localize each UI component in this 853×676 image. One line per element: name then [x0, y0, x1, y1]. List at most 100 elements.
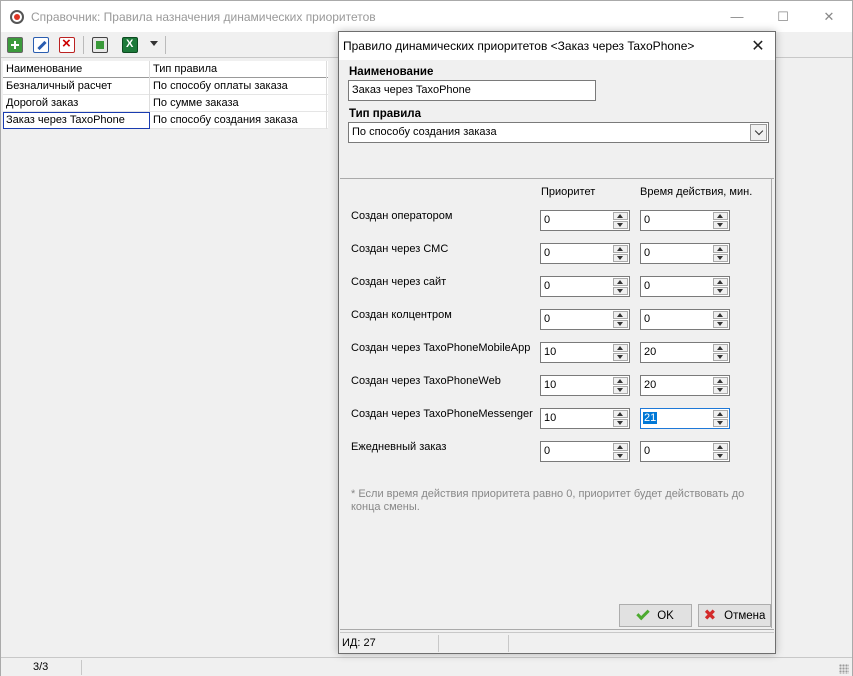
spin-up-icon[interactable]	[713, 311, 728, 319]
duration-spinner[interactable]: 0	[640, 309, 730, 330]
spin-up-icon[interactable]	[613, 245, 628, 253]
spin-down-icon[interactable]	[613, 452, 628, 460]
delete-record-button[interactable]	[57, 35, 77, 55]
row-label: Создан через TaxoPhoneWeb	[351, 375, 501, 387]
duration-value: 20	[644, 346, 657, 358]
row-label: Создан колцентром	[351, 309, 452, 321]
spin-up-icon[interactable]	[613, 410, 628, 418]
dialog-title: Правило динамических приоритетов <Заказ …	[343, 39, 695, 53]
resize-grip-icon[interactable]	[839, 664, 849, 674]
spin-down-icon[interactable]	[613, 320, 628, 328]
minimize-button[interactable]: —	[714, 1, 760, 32]
spin-down-icon[interactable]	[713, 221, 728, 229]
spin-down-icon[interactable]	[713, 419, 728, 427]
spin-up-icon[interactable]	[613, 377, 628, 385]
priority-spinner[interactable]: 0	[540, 243, 630, 264]
maximize-button[interactable]: ☐	[760, 1, 806, 32]
cell-name: Безналичный расчет	[3, 78, 150, 95]
edit-record-button[interactable]	[31, 35, 51, 55]
status-separator	[508, 635, 509, 652]
dropdown-arrow-icon[interactable]	[150, 41, 158, 46]
spin-down-icon[interactable]	[713, 287, 728, 295]
spin-down-icon[interactable]	[713, 353, 728, 361]
duration-spinner[interactable]: 20	[640, 375, 730, 396]
add-icon	[7, 37, 23, 53]
duration-spinner[interactable]: 0	[640, 243, 730, 264]
dialog-footer: OK ✖ Отмена	[340, 599, 774, 632]
duration-spinner-focused[interactable]: 21	[640, 408, 730, 429]
spin-down-icon[interactable]	[613, 221, 628, 229]
duration-spinner[interactable]: 0	[640, 276, 730, 297]
duration-spinner[interactable]: 20	[640, 342, 730, 363]
duration-spinner[interactable]: 0	[640, 210, 730, 231]
record-count: 3/3	[33, 661, 49, 673]
close-icon: ✖	[703, 606, 717, 624]
priority-panel: Приоритет Время действия, мин. Создан оп…	[340, 178, 774, 630]
name-input[interactable]: Заказ через TaxoPhone	[348, 80, 596, 101]
column-header-name[interactable]: Наименование	[3, 61, 150, 78]
spin-down-icon[interactable]	[613, 353, 628, 361]
spin-down-icon[interactable]	[713, 254, 728, 262]
spin-up-icon[interactable]	[713, 245, 728, 253]
properties-button[interactable]	[90, 35, 110, 55]
table-row[interactable]: Безналичный расчет По способу оплаты зак…	[3, 78, 328, 95]
table-row[interactable]: Дорогой заказ По сумме заказа	[3, 95, 328, 112]
spin-down-icon[interactable]	[613, 419, 628, 427]
cancel-button[interactable]: ✖ Отмена	[698, 604, 771, 627]
status-separator	[81, 660, 82, 675]
priority-spinner[interactable]: 0	[540, 210, 630, 231]
duration-value: 0	[644, 445, 651, 457]
cell-name: Заказ через TaxoPhone	[3, 112, 150, 129]
column-header-type[interactable]: Тип правила	[150, 61, 327, 78]
priority-spinner[interactable]: 0	[540, 441, 630, 462]
add-record-button[interactable]	[5, 35, 25, 55]
row-label: Создан оператором	[351, 210, 453, 222]
priority-spinner[interactable]: 0	[540, 309, 630, 330]
spin-down-icon[interactable]	[613, 254, 628, 262]
spin-down-icon[interactable]	[713, 386, 728, 394]
priority-value: 0	[544, 214, 551, 226]
duration-spinner[interactable]: 0	[640, 441, 730, 462]
spin-down-icon[interactable]	[713, 320, 728, 328]
spin-up-icon[interactable]	[713, 278, 728, 286]
chevron-down-icon	[754, 126, 763, 136]
spin-up-icon[interactable]	[613, 443, 628, 451]
dialog-body: Наименование Заказ через TaxoPhone Тип п…	[340, 60, 774, 630]
rule-type-label: Тип правила	[349, 108, 422, 120]
spin-up-icon[interactable]	[713, 377, 728, 385]
ok-button[interactable]: OK	[619, 604, 692, 627]
dialog-close-button[interactable]: ✕	[741, 32, 775, 60]
cell-type: По способу создания заказа	[150, 112, 327, 129]
rule-type-select[interactable]: По способу создания заказа	[348, 122, 769, 143]
spin-up-icon[interactable]	[613, 212, 628, 220]
close-window-button[interactable]: ✕	[806, 1, 852, 32]
toolbar-separator	[83, 36, 84, 54]
spin-up-icon[interactable]	[613, 344, 628, 352]
dialog-status-bar: ИД: 27	[340, 632, 774, 653]
spin-up-icon[interactable]	[613, 311, 628, 319]
row-label: Ежедневный заказ	[351, 441, 447, 453]
priority-spinner[interactable]: 0	[540, 276, 630, 297]
row-label: Создан через TaxoPhoneMobileApp	[351, 342, 531, 354]
rule-dialog: Правило динамических приоритетов <Заказ …	[338, 31, 776, 654]
priority-value: 10	[544, 346, 557, 358]
table-row-selected[interactable]: Заказ через TaxoPhone По способу создани…	[3, 112, 328, 129]
spin-up-icon[interactable]	[613, 278, 628, 286]
spin-up-icon[interactable]	[713, 410, 728, 418]
spin-down-icon[interactable]	[613, 287, 628, 295]
spin-up-icon[interactable]	[713, 344, 728, 352]
spin-down-icon[interactable]	[713, 452, 728, 460]
edit-icon	[33, 37, 49, 53]
spin-down-icon[interactable]	[613, 386, 628, 394]
cell-type: По сумме заказа	[150, 95, 327, 112]
export-excel-button[interactable]	[120, 35, 140, 55]
priority-spinner[interactable]: 10	[540, 342, 630, 363]
select-dropdown-button[interactable]	[750, 124, 767, 141]
priority-spinner[interactable]: 10	[540, 408, 630, 429]
priority-spinner[interactable]: 10	[540, 375, 630, 396]
spin-up-icon[interactable]	[713, 443, 728, 451]
priority-value: 0	[544, 247, 551, 259]
priority-value: 0	[544, 313, 551, 325]
spin-up-icon[interactable]	[713, 212, 728, 220]
cancel-label: Отмена	[724, 609, 766, 622]
